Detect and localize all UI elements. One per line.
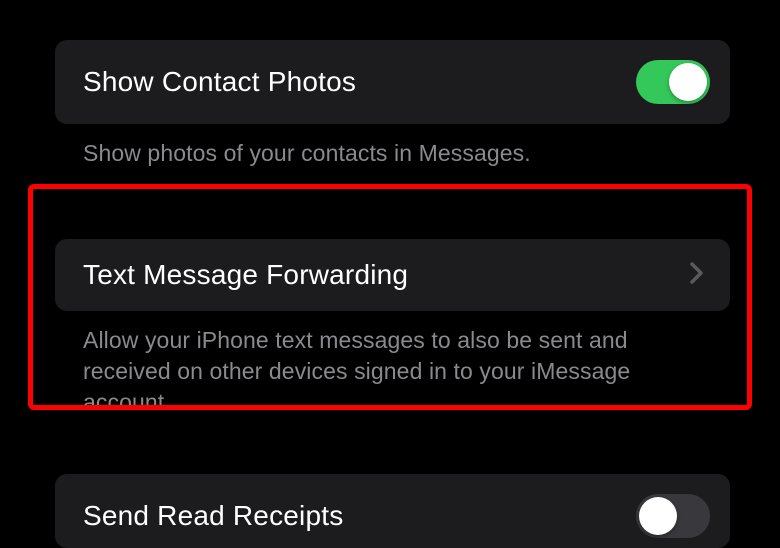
section-read-receipts: Send Read Receipts <box>55 474 730 548</box>
row-text-message-forwarding[interactable]: Text Message Forwarding <box>55 239 730 311</box>
toggle-knob <box>639 497 677 535</box>
description-text-message-forwarding: Allow your iPhone text messages to also … <box>55 311 730 418</box>
row-send-read-receipts[interactable]: Send Read Receipts <box>55 474 730 548</box>
label-text-message-forwarding: Text Message Forwarding <box>83 259 408 291</box>
section-text-forwarding: Text Message Forwarding Allow your iPhon… <box>55 239 730 418</box>
settings-list: Show Contact Photos Show photos of your … <box>0 0 780 548</box>
section-contact-photos: Show Contact Photos Show photos of your … <box>55 40 730 169</box>
row-show-contact-photos[interactable]: Show Contact Photos <box>55 40 730 124</box>
description-show-contact-photos: Show photos of your contacts in Messages… <box>55 124 730 169</box>
toggle-show-contact-photos[interactable] <box>636 60 710 104</box>
toggle-knob <box>669 63 707 101</box>
chevron-right-icon <box>690 262 704 289</box>
label-send-read-receipts: Send Read Receipts <box>83 500 343 532</box>
label-show-contact-photos: Show Contact Photos <box>83 66 356 98</box>
toggle-send-read-receipts[interactable] <box>636 494 710 538</box>
